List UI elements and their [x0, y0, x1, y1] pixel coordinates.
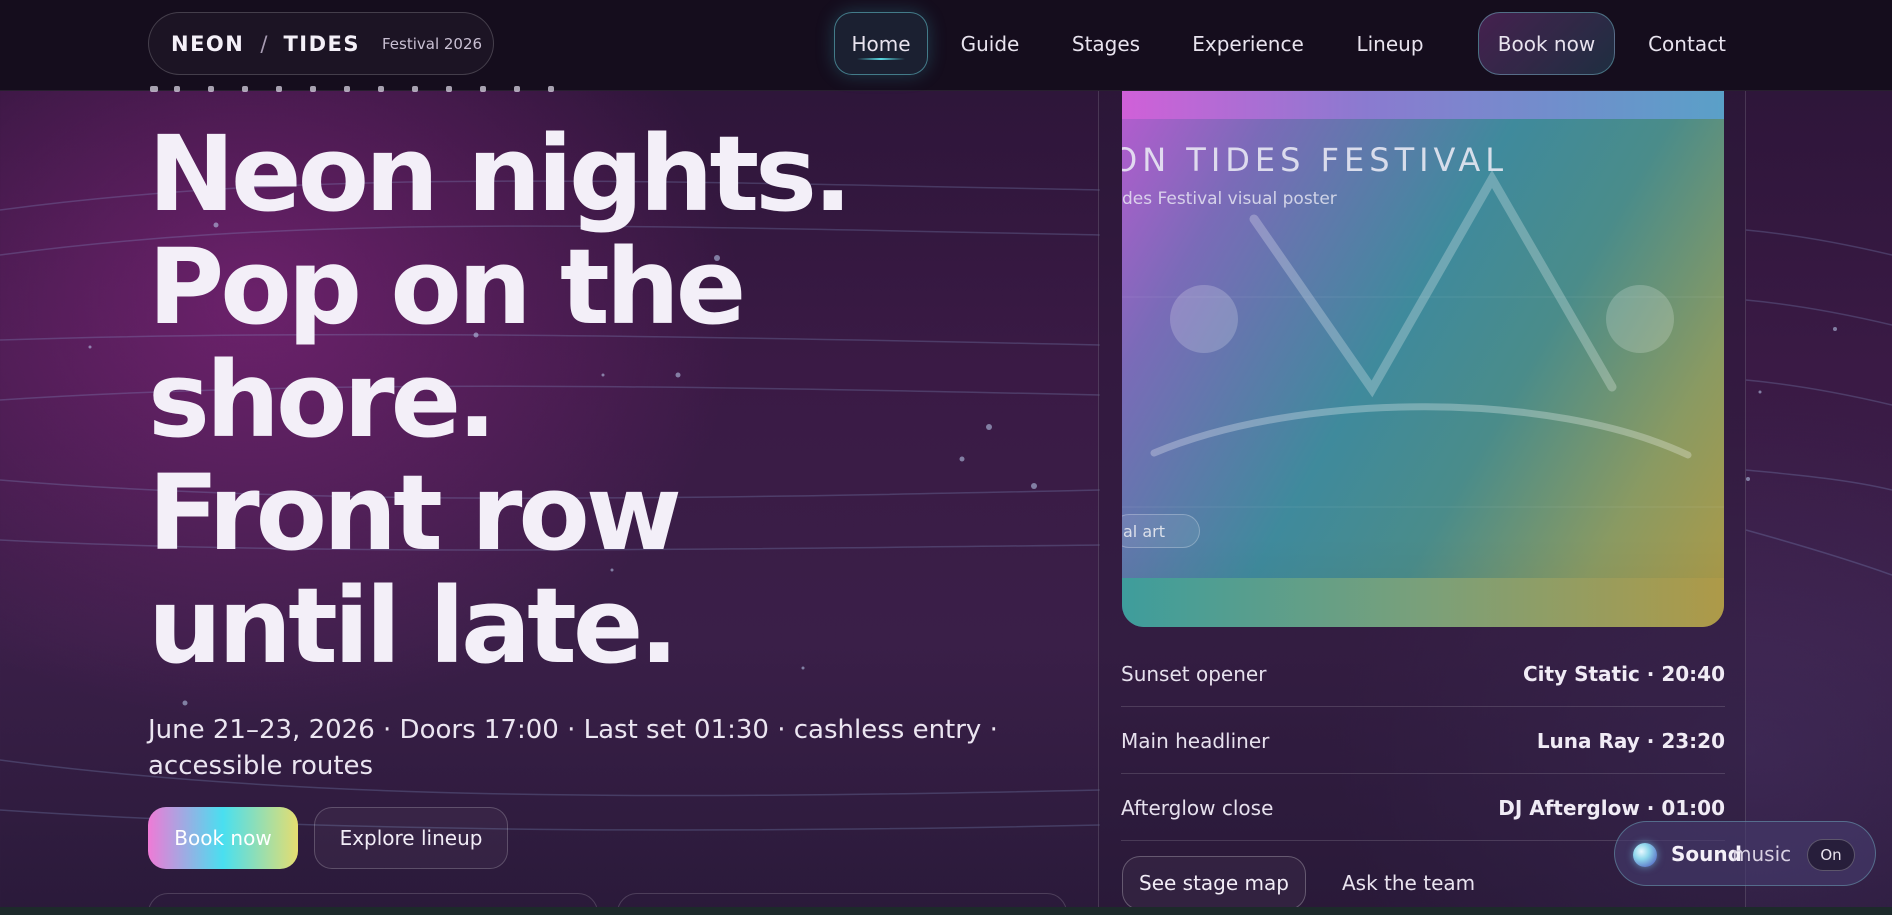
- top-navigation-bar: NEON / TIDES Festival 2026 Home Guide St…: [0, 0, 1892, 91]
- event-details: June 21–23, 2026 · Doors 17:00 · Last se…: [148, 715, 998, 781]
- brand-separator: /: [260, 31, 268, 56]
- sound-toggle[interactable]: On: [1807, 839, 1855, 871]
- sound-orb-icon: [1633, 843, 1657, 867]
- poster-bottom-band: [1122, 578, 1724, 627]
- schedule-label: Afterglow close: [1121, 795, 1274, 820]
- see-stage-map-button[interactable]: See stage map: [1122, 856, 1306, 910]
- schedule-label: Sunset opener: [1121, 661, 1267, 686]
- schedule-label: Main headliner: [1121, 728, 1270, 753]
- headline-line-2: Pop on the: [148, 226, 746, 348]
- sound-music-widget[interactable]: Sound music On: [1614, 821, 1876, 886]
- nav-home-label: Home: [851, 31, 911, 56]
- nav-contact[interactable]: Contact: [1644, 12, 1730, 75]
- poster-title: ON TIDES FESTIVAL: [1122, 141, 1509, 179]
- nav-stages[interactable]: Stages: [1066, 12, 1146, 75]
- ask-the-team-link[interactable]: Ask the team: [1342, 856, 1475, 910]
- nav-home[interactable]: Home: [834, 12, 928, 75]
- schedule-value: Luna Ray · 23:20: [1536, 728, 1725, 753]
- schedule-value: DJ Afterglow · 01:00: [1498, 795, 1725, 820]
- nav-lineup[interactable]: Lineup: [1350, 12, 1430, 75]
- festival-poster-image: ON TIDES FESTIVAL des Festival visual po…: [1122, 91, 1724, 627]
- poster-tag-chip: al art: [1122, 514, 1200, 548]
- hero-headline: Neon nights. Pop on the shore. Front row…: [148, 118, 1048, 683]
- headline-line-1: Neon nights.: [148, 113, 853, 235]
- schedule-value: City Static · 20:40: [1522, 661, 1725, 686]
- eyebrow-text-clipped: [150, 86, 554, 92]
- hero-book-now-button[interactable]: Book now: [148, 807, 298, 869]
- poster-subtitle: des Festival visual poster: [1122, 189, 1337, 209]
- brand-tagline: Festival 2026: [381, 34, 483, 53]
- brand-name-part1: NEON: [171, 31, 245, 56]
- schedule-row: Sunset opener City Static · 20:40: [1121, 641, 1725, 707]
- explore-lineup-button[interactable]: Explore lineup: [314, 807, 508, 869]
- headline-line-4: Front row: [148, 452, 682, 574]
- brand-logo-link[interactable]: NEON / TIDES Festival 2026: [148, 12, 494, 75]
- brand-name-part2: TIDES: [283, 31, 360, 56]
- bottom-edge-strip: [0, 907, 1892, 915]
- headline-line-3: shore.: [148, 339, 497, 461]
- nav-guide[interactable]: Guide: [955, 12, 1025, 75]
- nav-book-now-button[interactable]: Book now: [1478, 12, 1615, 75]
- headline-line-5: until late.: [148, 565, 679, 687]
- music-label: music: [1732, 842, 1792, 866]
- nav-experience[interactable]: Experience: [1190, 12, 1306, 75]
- active-indicator: [857, 58, 905, 60]
- schedule-row: Main headliner Luna Ray · 23:20: [1121, 708, 1725, 774]
